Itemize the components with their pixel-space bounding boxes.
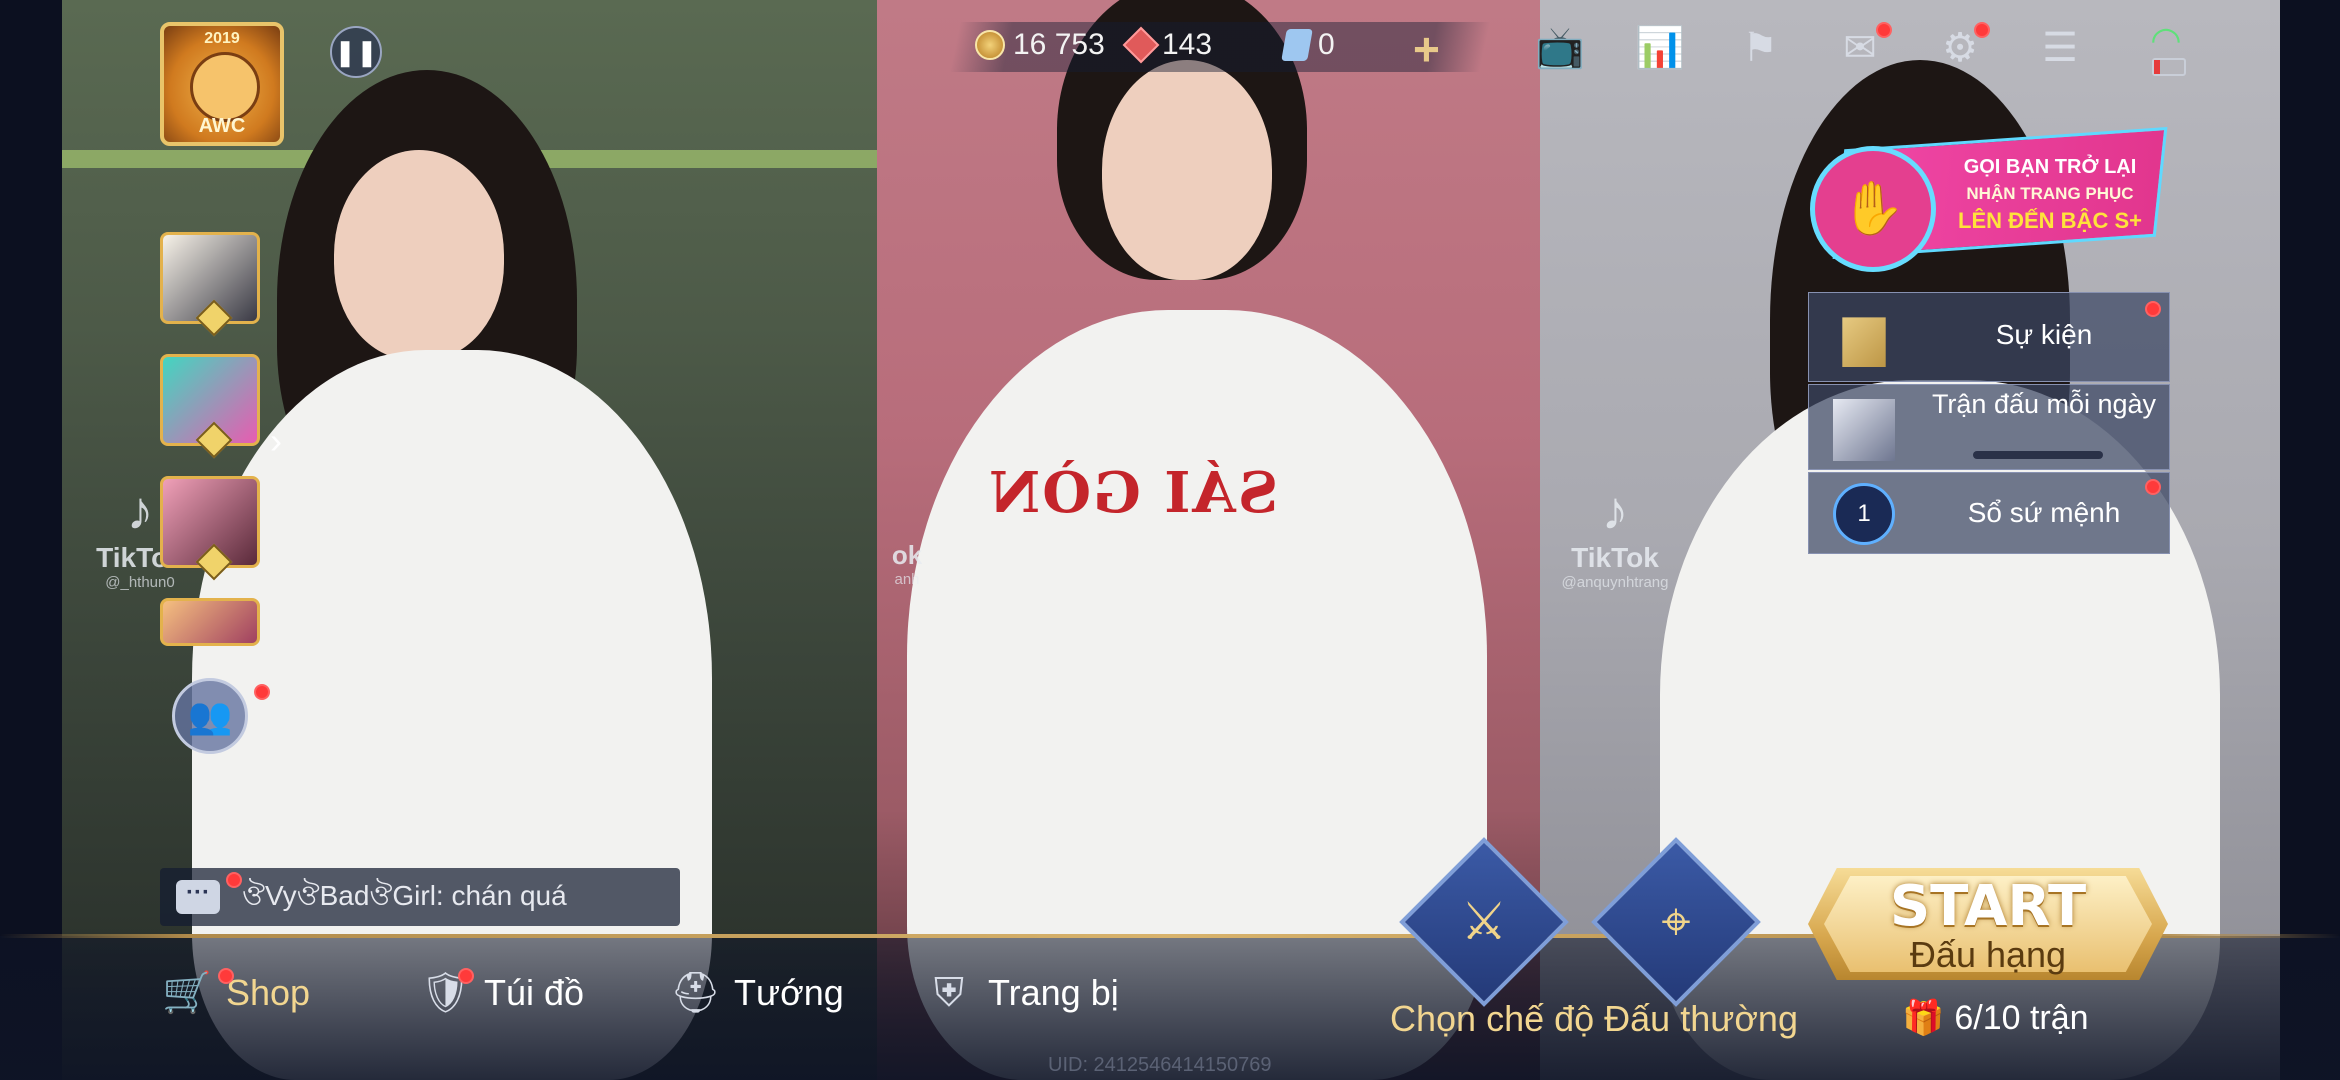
events-label: Sự kiện: [1995, 319, 2093, 350]
pause-video-button[interactable]: ❚❚: [330, 26, 382, 78]
chat-bubble-icon: ···: [176, 880, 220, 914]
banner-line-2: NHẬN TRANG PHỤC: [1966, 184, 2134, 203]
select-mode-label[interactable]: Chọn chế độ Đấu thường: [1390, 998, 1798, 1040]
gold-coin-icon: [975, 30, 1005, 60]
equipment-label: Trang bị: [988, 972, 1119, 1013]
friends-notify-dot: [254, 684, 270, 700]
chat-last-message: ঔVyঔBadঔGirl: chán quá: [242, 879, 567, 911]
chest-icon: [1833, 399, 1895, 461]
mission-notify-dot: [2145, 479, 2161, 495]
face-left: [334, 150, 504, 360]
voucher-counter: 143: [1122, 26, 1213, 64]
tiktok-watermark-right: ♪ TikTok @anquynhtrang: [1540, 480, 1690, 591]
top-up-button[interactable]: +: [1413, 22, 1440, 76]
tiktok-handle-right: @anquynhtrang: [1561, 574, 1669, 591]
ranked-match-progress: 🎁 6/10 trận: [1902, 998, 2089, 1038]
bag-nav-button[interactable]: 🛡 Túi đồ: [420, 968, 584, 1018]
tv-icon[interactable]: 📺: [1534, 22, 1586, 74]
shirt-print: SÁI GÒN: [987, 460, 1279, 526]
banner-line-3: LÊN ĐẾN BẬC S+: [1958, 208, 2142, 233]
start-ranked-button[interactable]: START Đấu hạng: [1808, 868, 2168, 980]
battery-icon: [2152, 58, 2186, 76]
expand-friends-arrow-icon[interactable]: ›: [270, 420, 282, 462]
menu-list-icon[interactable]: ☰: [2034, 22, 2086, 74]
face-middle: [1102, 60, 1272, 280]
heroes-nav-button[interactable]: ⛑ Tướng: [670, 968, 844, 1018]
ranking-chart-icon[interactable]: 📊: [1634, 22, 1686, 74]
armor-icon: ⛨: [934, 971, 964, 1015]
raised-hands-icon: ✋: [1810, 146, 1936, 272]
start-subtitle: Đấu hạng: [1909, 934, 2067, 975]
user-id: UID: 2412546414150769: [1048, 1054, 1272, 1076]
heroes-label: Tướng: [734, 972, 844, 1013]
tiktok-handle-middle: anh: [894, 571, 920, 588]
friend-avatar-4[interactable]: [160, 598, 260, 646]
start-title: START: [1889, 874, 2087, 939]
tiktok-brand-middle: ok: [891, 540, 923, 570]
mission-level-icon: 1: [1833, 483, 1895, 545]
friends-button[interactable]: 👥: [172, 678, 248, 754]
mail-notify-dot: [1876, 22, 1892, 38]
ticket-counter: 0: [1281, 28, 1335, 62]
ticket-amount: 0: [1318, 28, 1335, 61]
tiktok-brand-right: TikTok: [1571, 542, 1659, 573]
daily-match-menu-item[interactable]: Trận đấu mỗi ngày: [1808, 384, 2170, 470]
equipment-nav-button[interactable]: ⛨ Trang bị: [924, 968, 1119, 1018]
mission-book-menu-item[interactable]: 1 Sổ sứ mệnh: [1808, 472, 2170, 554]
gift-box-icon: 🎁: [1902, 999, 1945, 1037]
tiktok-watermark-middle: ok anh: [877, 540, 937, 588]
daily-match-label: Trận đấu mỗi ngày: [1931, 389, 2157, 419]
gold-amount: 16 753: [1013, 28, 1105, 61]
shopping-cart-icon: 🛒: [162, 971, 212, 1015]
events-menu-item[interactable]: Sự kiện: [1808, 292, 2170, 382]
voucher-gem-icon: [1122, 26, 1160, 64]
chat-notify-dot: [226, 872, 242, 888]
friend-avatar-2[interactable]: [160, 354, 260, 459]
people-icon: 👥: [187, 695, 233, 736]
pause-icon: ❚❚: [334, 37, 378, 67]
bag-notify-dot: [458, 968, 474, 984]
shop-notify-dot: [218, 968, 234, 984]
daily-match-progress: [1973, 451, 2103, 459]
mission-book-label: Sổ sứ mệnh: [1967, 497, 2121, 528]
matches-count: 6/10 trận: [1954, 998, 2089, 1037]
helmet-icon: ⛑: [670, 971, 721, 1015]
gift-icon: [1842, 317, 1886, 367]
right-edge: [2280, 0, 2340, 1080]
voucher-amount: 143: [1162, 28, 1213, 61]
banner-line-1: GỌI BẠN TRỞ LẠI: [1963, 156, 2137, 178]
player-avatar[interactable]: 2019 AWC: [160, 22, 284, 146]
avatar-frame-year: 2019: [204, 30, 240, 47]
tiktok-handle-left: @_hthun0: [105, 574, 175, 591]
avatar-portrait: [190, 52, 260, 122]
ticket-icon: [1281, 29, 1313, 61]
events-notify-dot: [2145, 301, 2161, 317]
crossed-swords-icon: ⚔: [1460, 893, 1508, 951]
left-edge: [0, 0, 62, 1080]
shop-label: Shop: [226, 972, 311, 1013]
friend-avatar-1[interactable]: [160, 232, 260, 337]
shop-nav-button[interactable]: 🛒 Shop: [162, 968, 310, 1018]
bag-label: Túi đồ: [484, 972, 585, 1013]
flag-icon[interactable]: ⚑: [1734, 22, 1786, 74]
invite-friend-event-banner[interactable]: ✋ GỌI BẠN TRỞ LẠI NHẬN TRANG PHỤC LÊN ĐẾ…: [1810, 126, 2168, 272]
avatar-frame-tag: AWC: [198, 115, 246, 137]
target-icon: ⌖: [1661, 893, 1691, 951]
settings-notify-dot: [1974, 22, 1990, 38]
friend-avatar-3[interactable]: [160, 476, 260, 581]
gold-counter: 16 753: [975, 28, 1105, 62]
